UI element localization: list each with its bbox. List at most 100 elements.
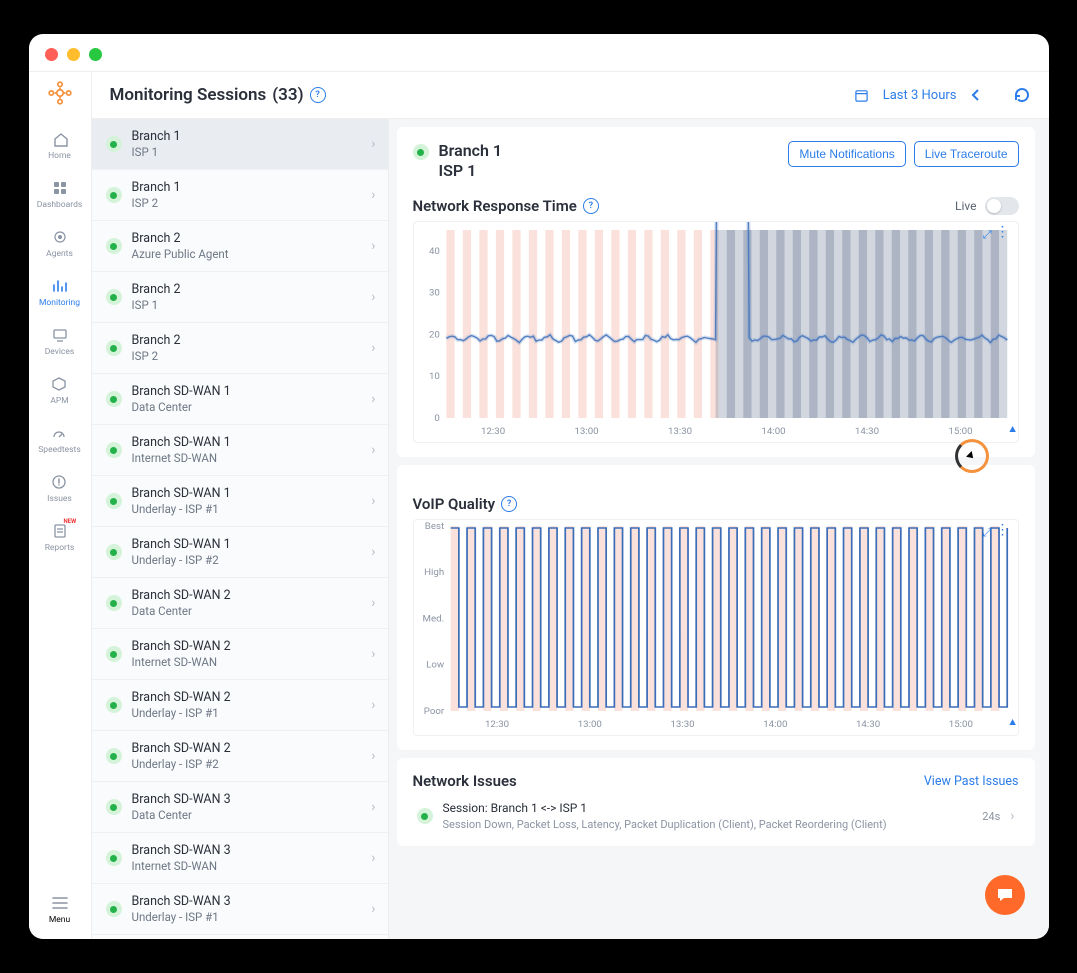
app-logo-icon[interactable] [47, 80, 73, 106]
nav-apm[interactable]: APM [50, 375, 68, 406]
chat-button[interactable] [985, 875, 1025, 915]
session-title: Branch 1 [132, 129, 362, 145]
status-dot-icon [413, 144, 429, 160]
chart-menu-icon[interactable]: ⋮ [996, 228, 1010, 236]
sidebar-nav: Home Dashboards Agents Monitoring Devices APM… [29, 72, 92, 939]
help-icon[interactable]: ? [583, 198, 599, 214]
nav-home[interactable]: Home [48, 130, 71, 161]
help-icon[interactable]: ? [501, 496, 517, 512]
nav-label: Home [48, 151, 71, 161]
chevron-right-icon: › [1010, 808, 1014, 824]
session-list[interactable]: Branch 1ISP 1›Branch 1ISP 2›Branch 2Azur… [92, 119, 389, 939]
nav-devices[interactable]: Devices [45, 326, 75, 357]
session-item[interactable]: Branch 2Azure Public Agent› [92, 221, 388, 272]
window-controls [29, 34, 1049, 71]
status-dot-icon [106, 238, 122, 254]
session-item[interactable]: Branch SD-WAN 3Underlay - ISP #1› [92, 884, 388, 935]
session-item[interactable]: Branch 1ISP 2› [92, 170, 388, 221]
monitoring-icon [51, 277, 69, 295]
svg-text:12:30: 12:30 [484, 719, 508, 730]
status-dot-icon [106, 799, 122, 815]
status-dot-icon [106, 187, 122, 203]
svg-text:15:00: 15:00 [948, 719, 972, 730]
nav-issues[interactable]: Issues [47, 473, 72, 504]
detail-header-panel: Branch 1ISP 1 Mute Notifications Live Tr… [397, 127, 1035, 457]
session-sub: Internet SD-WAN [132, 859, 362, 873]
help-icon[interactable]: ? [310, 87, 326, 103]
issue-row[interactable]: Session: Branch 1 <-> ISP 1 Session Down… [413, 790, 1019, 832]
session-sub: Underlay - ISP #1 [132, 706, 362, 720]
chart-menu-icon[interactable]: ⋮ [996, 526, 1010, 534]
voip-quality-chart[interactable]: ⤢ ⋮ PoorLowMed.HighBest12:3013:0013:3014… [413, 519, 1019, 736]
session-title: Branch SD-WAN 2 [132, 588, 362, 604]
detail-title: Branch 1ISP 1 [439, 141, 503, 181]
svg-text:13:30: 13:30 [667, 426, 691, 437]
nav-speedtests[interactable]: Speedtests [38, 424, 80, 455]
session-title: Branch SD-WAN 1 [132, 537, 362, 553]
session-title: Branch SD-WAN 1 [132, 384, 362, 400]
session-title: Branch SD-WAN 3 [132, 894, 362, 910]
session-item[interactable]: Branch 2ISP 1› [92, 272, 388, 323]
detail-pane[interactable]: Branch 1ISP 1 Mute Notifications Live Tr… [389, 119, 1049, 939]
chevron-right-icon: › [371, 238, 375, 254]
nav-agents[interactable]: Agents [46, 228, 73, 259]
time-range-select[interactable]: Last 3 Hours [883, 88, 957, 103]
apm-icon [50, 375, 68, 393]
session-item[interactable]: Branch SD-WAN 2Underlay - ISP #1› [92, 680, 388, 731]
session-sub: Internet SD-WAN [132, 655, 362, 669]
expand-icon[interactable]: ⤢ [983, 526, 992, 540]
page-title: Monitoring Sessions (33) ? [110, 85, 326, 105]
close-icon[interactable] [45, 48, 58, 61]
issue-age: 24s [982, 810, 1000, 823]
session-item[interactable]: Branch 2ISP 2› [92, 323, 388, 374]
status-dot-icon [106, 646, 122, 662]
live-toggle[interactable] [985, 197, 1019, 215]
chart1-title: Network Response Time ? Live [413, 197, 1019, 215]
session-item[interactable]: Branch SD-WAN 1Data Center› [92, 374, 388, 425]
issues-icon [50, 473, 68, 491]
svg-text:Low: Low [426, 660, 444, 671]
mute-notifications-button[interactable]: Mute Notifications [788, 141, 905, 167]
page-title-count: (33) [272, 85, 303, 105]
session-item[interactable]: Branch 1ISP 1› [92, 119, 388, 170]
nav-label: Issues [47, 494, 72, 504]
agents-icon [51, 228, 69, 246]
svg-text:10: 10 [428, 372, 439, 383]
expand-icon[interactable]: ⤢ [983, 228, 992, 242]
view-past-issues-link[interactable]: View Past Issues [924, 774, 1019, 789]
session-item[interactable]: Branch SD-WAN 2Internet SD-WAN› [92, 629, 388, 680]
prev-button[interactable] [971, 88, 981, 102]
svg-text:20: 20 [428, 330, 439, 341]
network-response-chart[interactable]: ⤢ ⋮ 01020304012:3013:0013:3014:0014:3015… [413, 221, 1019, 443]
minimize-icon[interactable] [67, 48, 80, 61]
session-title: Branch SD-WAN 3 [132, 843, 362, 859]
session-sub: Internet SD-WAN [132, 451, 362, 465]
live-traceroute-button[interactable]: Live Traceroute [914, 141, 1019, 167]
maximize-icon[interactable] [89, 48, 102, 61]
nav-label: Devices [45, 347, 75, 357]
page-title-text: Monitoring Sessions [110, 85, 267, 105]
nav-label: Agents [46, 249, 73, 259]
menu-button[interactable]: Menu [49, 894, 70, 925]
session-item[interactable]: Branch SD-WAN 1Underlay - ISP #2› [92, 527, 388, 578]
home-icon [51, 130, 69, 148]
svg-text:14:30: 14:30 [854, 426, 878, 437]
status-dot-icon [106, 493, 122, 509]
calendar-icon[interactable] [854, 88, 869, 103]
session-sub: ISP 1 [132, 145, 362, 159]
session-item[interactable]: Branch SD-WAN 3Underlay - ISP #2› [92, 935, 388, 939]
svg-text:30: 30 [428, 288, 439, 299]
session-item[interactable]: Branch SD-WAN 2Data Center› [92, 578, 388, 629]
nav-monitoring[interactable]: Monitoring [39, 277, 80, 308]
session-item[interactable]: Branch SD-WAN 2Underlay - ISP #2› [92, 731, 388, 782]
session-title: Branch SD-WAN 2 [132, 741, 362, 757]
status-dot-icon [417, 808, 433, 824]
session-item[interactable]: Branch SD-WAN 3Internet SD-WAN› [92, 833, 388, 884]
session-item[interactable]: Branch SD-WAN 1Internet SD-WAN› [92, 425, 388, 476]
session-item[interactable]: Branch SD-WAN 3Data Center› [92, 782, 388, 833]
nav-reports[interactable]: ReportsNEW [45, 522, 75, 553]
session-item[interactable]: Branch SD-WAN 1Underlay - ISP #1› [92, 476, 388, 527]
refresh-button[interactable] [1013, 86, 1031, 104]
svg-text:14:00: 14:00 [763, 719, 787, 730]
nav-dashboards[interactable]: Dashboards [37, 179, 83, 210]
